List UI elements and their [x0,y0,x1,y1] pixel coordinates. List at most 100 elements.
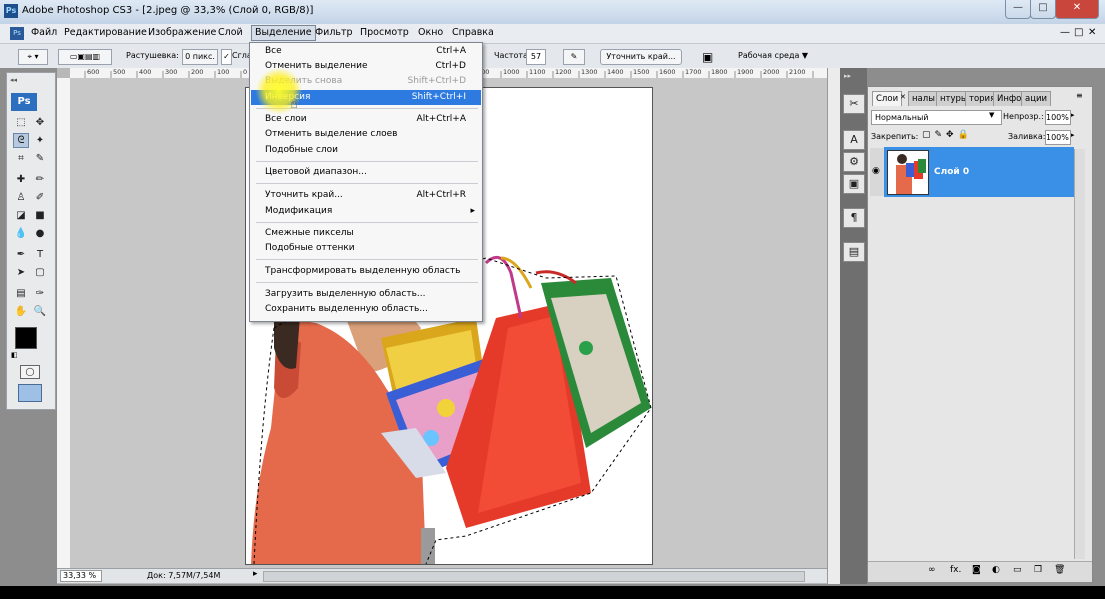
eye-icon[interactable]: ◉ [872,166,880,176]
menu-edit[interactable]: Редактирование [61,26,150,40]
refine-edge-button[interactable]: Уточнить край... [600,49,682,65]
clone-stamp-icon[interactable]: ♙ [13,190,29,205]
zoom-tool-icon[interactable]: 🔍 [32,304,48,319]
close-button[interactable]: ✕ [1055,0,1099,19]
menu-help[interactable]: Справка [449,26,497,40]
brush-tool-icon[interactable]: ✏ [32,172,48,187]
type-tool-icon[interactable]: T [32,247,48,262]
toolbox-collapse-icon[interactable]: ◂◂ [10,76,17,84]
menu-item-deselect-layers[interactable]: Отменить выделение слоев [251,127,481,142]
marquee-tool-icon[interactable]: ⬚ [13,115,29,130]
menu-image[interactable]: Изображение [145,26,219,40]
menu-item-grow[interactable]: Смежные пикселы [251,226,481,241]
trash-icon[interactable]: 🗑 [1054,565,1065,575]
workspace-menu[interactable]: Рабочая среда ▼ [738,51,808,60]
notes-tool-icon[interactable]: ▤ [13,286,29,301]
doc-minimize-button[interactable]: — [1060,27,1070,38]
path-selection-icon[interactable]: ➤ [13,265,29,280]
blend-mode-arrow-icon[interactable]: ▼ [989,111,994,119]
lock-icons[interactable]: ▢✎✥🔒 [922,130,973,140]
shape-tool-icon[interactable]: ▢ [32,265,48,280]
dock-expand-icon[interactable]: ▸▸ [844,72,851,80]
menu-item-similar-layers[interactable]: Подобные слои [251,143,481,158]
menu-view[interactable]: Просмотр [357,26,412,40]
lasso-tool-icon[interactable]: ᘓ [13,133,29,148]
eyedropper-tool-icon[interactable]: ✑ [32,286,48,301]
brushes-panel-icon[interactable]: ⚙ [843,152,865,172]
slice-tool-icon[interactable]: ✎ [32,151,48,166]
mask-icon[interactable]: ◙ [972,565,981,575]
ruler-label: 2100 [789,68,806,76]
dodge-tool-icon[interactable]: ● [32,226,48,241]
screen-mode-icon[interactable] [18,384,42,402]
status-menu-arrow-icon[interactable]: ▸ [253,569,258,579]
crop-tool-icon[interactable]: ⌗ [13,151,29,166]
fill-input[interactable]: 100% [1045,130,1071,145]
new-layer-icon[interactable]: ❐ [1034,565,1042,575]
paragraph-panel-icon[interactable]: ¶ [843,208,865,228]
smooth-checkbox[interactable]: ✓ [221,49,232,65]
layer-comps-panel-icon[interactable]: ▤ [843,242,865,262]
quick-mask-icon[interactable]: ◯ [20,365,40,379]
menu-item-similar[interactable]: Подобные оттенки [251,241,481,256]
move-tool-icon[interactable]: ✥ [32,115,48,130]
folder-icon[interactable]: ▭ [1013,565,1022,575]
doc-restore-button[interactable]: □ [1074,27,1083,38]
layers-scrollbar[interactable] [1074,149,1085,559]
menu-item-load-selection[interactable]: Загрузить выделенную область... [251,287,481,302]
hand-tool-icon[interactable]: ✋ [13,304,29,319]
selection-mode-buttons[interactable]: ▭▣▤▥ [58,49,112,65]
layer-row-selected[interactable]: Слой 0 [884,147,1074,197]
menu-item-modify[interactable]: Модификация ▸ [251,204,481,219]
zoom-field[interactable]: 33,33 % [60,570,102,582]
horizontal-scrollbar[interactable] [263,571,805,582]
gradient-tool-icon[interactable]: ■ [32,208,48,223]
menu-item-refine-edge[interactable]: Уточнить край... Alt+Ctrl+R [251,188,481,203]
tab-actions[interactable]: ации [1021,91,1052,106]
menu-item-all[interactable]: Все Ctrl+A [251,44,481,59]
fill-arrow-icon[interactable]: ▸ [1071,131,1075,139]
healing-brush-icon[interactable]: ✚ [13,172,29,187]
menu-layer[interactable]: Слой [215,26,246,40]
maximize-button[interactable]: □ [1030,0,1056,19]
adjustment-icon[interactable]: ◐ [992,565,1000,575]
feather-input[interactable]: 0 пикс. [182,49,218,65]
foreground-color-swatch[interactable] [15,327,37,349]
minimize-button[interactable]: — [1005,0,1031,19]
frequency-input[interactable]: 57 [526,49,546,65]
menu-item-all-layers[interactable]: Все слои Alt+Ctrl+A [251,112,481,127]
tab-layers[interactable]: Слои [872,91,903,106]
tablet-pressure-icon[interactable]: ✎ [563,49,585,65]
opacity-arrow-icon[interactable]: ▸ [1071,111,1075,119]
blend-mode-select[interactable]: Нормальный [871,110,1002,125]
opacity-input[interactable]: 100% [1045,110,1071,125]
menu-file[interactable]: Файл [28,26,60,40]
panel-menu-icon[interactable]: ≡ [1076,91,1083,100]
menu-select[interactable]: Выделение [251,25,316,41]
feather-label: Растушевка: [126,51,179,60]
doc-close-button[interactable]: ✕ [1088,27,1096,38]
menu-item-color-range[interactable]: Цветовой диапазон... [251,165,481,180]
layers-footer: ∞ fx. ◙ ◐ ▭ ❐ 🗑 [868,561,1092,582]
clone-source-panel-icon[interactable]: ▣ [843,174,865,194]
fx-icon[interactable]: fx. [950,565,961,575]
menu-window[interactable]: Окно [415,26,446,40]
history-brush-icon[interactable]: ✐ [32,190,48,205]
character-panel-icon[interactable]: A [843,130,865,150]
menu-item-save-selection[interactable]: Сохранить выделенную область... [251,302,481,317]
tools-panel-icon[interactable]: ✂ [843,94,865,114]
tab-close-icon[interactable]: ✕ [900,93,906,101]
menu-filter[interactable]: Фильтр [312,26,356,40]
menu-item-transform-selection[interactable]: Трансформировать выделенную область [251,264,481,279]
eraser-tool-icon[interactable]: ◪ [13,208,29,223]
tab-channels[interactable]: налы [908,91,939,106]
default-colors-icon[interactable]: ◧ [11,351,18,359]
tool-preset-picker[interactable]: ⌖ ▾ [18,49,48,65]
pen-tool-icon[interactable]: ✒ [13,247,29,262]
vertical-scrollbar[interactable] [827,68,840,584]
blur-tool-icon[interactable]: 💧 [13,226,29,241]
magic-wand-tool-icon[interactable]: ✦ [32,133,48,148]
link-layers-icon[interactable]: ∞ [928,565,936,575]
layer-visibility-cell[interactable]: ◉ [870,148,884,196]
bridge-icon[interactable]: ▣ [702,50,713,64]
